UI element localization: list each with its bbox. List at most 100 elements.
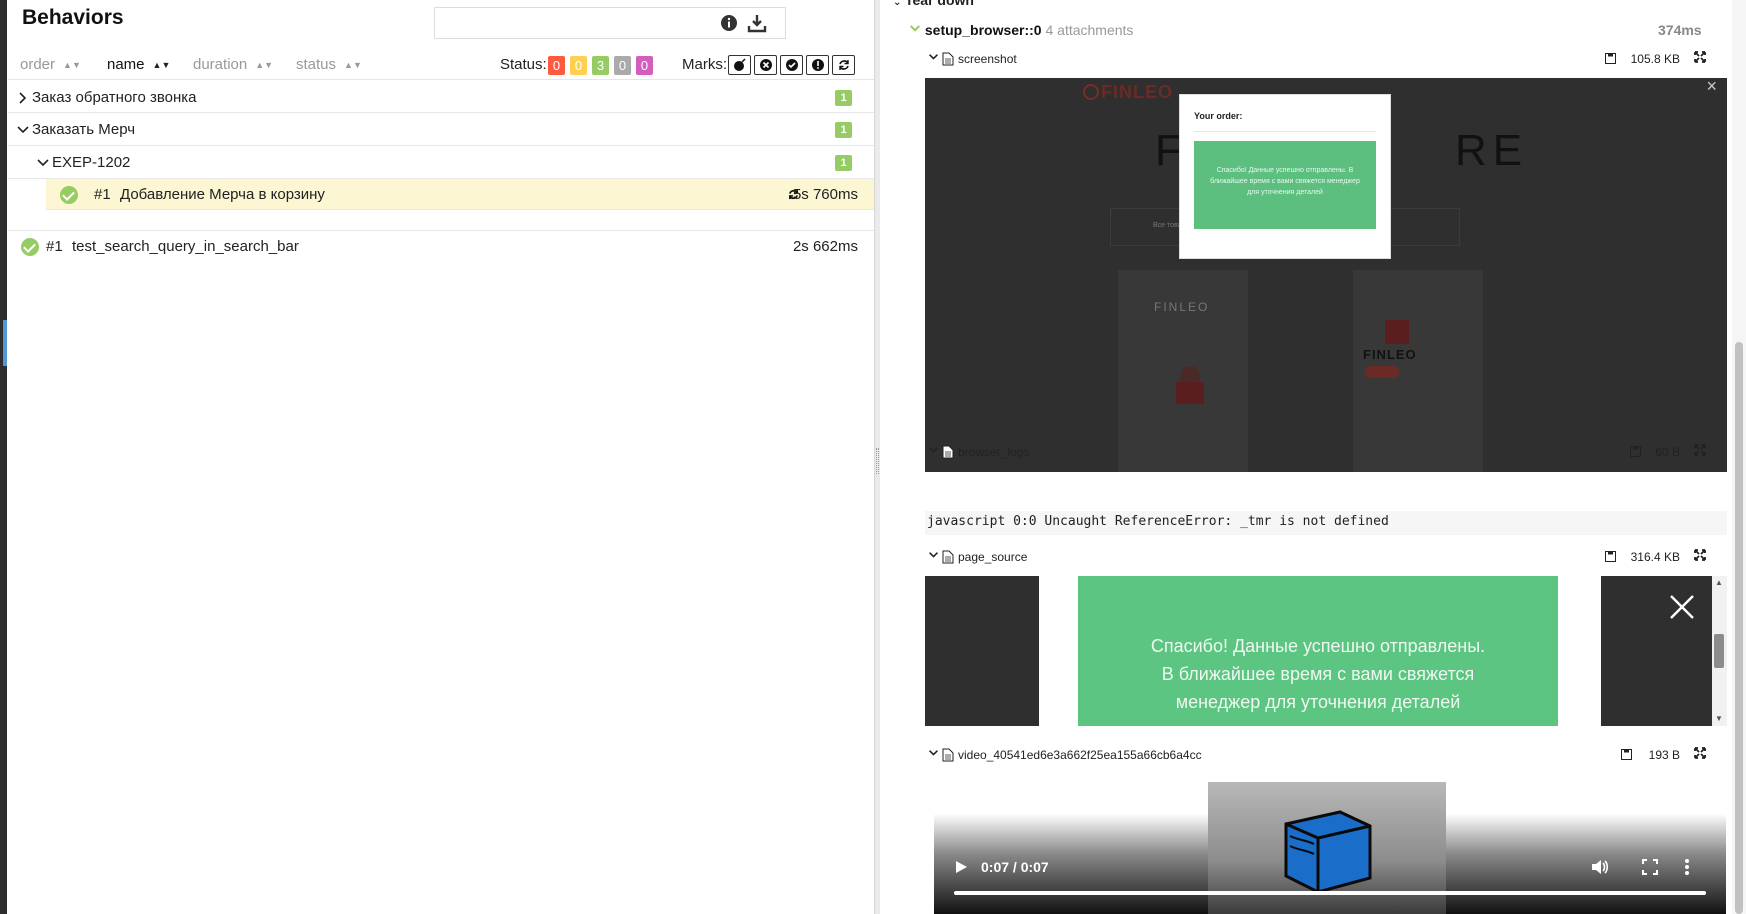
test-duration: 5s 760ms (792, 186, 858, 203)
status-badge-broken[interactable]: 0 (570, 56, 587, 75)
finleo-logo: FINLEO (1083, 82, 1173, 103)
file-icon (942, 748, 954, 762)
save-icon (1605, 551, 1616, 562)
attachment-size: 60 B (1655, 445, 1680, 459)
status-badge-passed[interactable]: 3 (592, 56, 609, 75)
chevron-down-icon (929, 552, 938, 558)
group-count-badge: 1 (835, 122, 852, 138)
attachment-size: 193 B (1648, 748, 1680, 762)
bomb-icon[interactable] (728, 55, 751, 75)
group-count-badge: 1 (835, 155, 852, 171)
video-progress-fill (954, 891, 1706, 895)
product-card: FINLEO (1353, 270, 1483, 472)
video-player[interactable]: 0:07 / 0:07 (920, 770, 1726, 914)
group-label: Заказ обратного звонка (32, 89, 197, 106)
group-count-badge: 1 (835, 90, 852, 106)
attachment-size: 105.8 KB (1630, 52, 1680, 66)
volume-icon[interactable] (1590, 858, 1608, 876)
attachment-name: browser_logs (958, 445, 1030, 459)
file-icon (942, 52, 954, 66)
expand-icon[interactable] (1694, 444, 1706, 456)
video-time: 0:07 / 0:07 (981, 859, 1049, 875)
screenshot-preview[interactable]: FINLEO FIN RE Все товары FINLEO FINLEO Y… (925, 78, 1727, 472)
chevron-down-icon (17, 126, 29, 134)
group-label: Заказать Мерч (32, 121, 136, 138)
close-circle-icon[interactable] (754, 55, 777, 75)
download-icon[interactable] (746, 12, 768, 34)
tree-group-merch[interactable]: Заказать Мерч 1 (8, 113, 874, 146)
attachments-count: 4 attachments (1045, 22, 1134, 38)
status-badge-unknown[interactable]: 0 (636, 56, 653, 75)
info-circle-icon[interactable] (806, 55, 829, 75)
page-title: Behaviors (22, 6, 124, 29)
more-options-icon[interactable] (1684, 858, 1690, 876)
attachment-browser-logs[interactable]: browser_logs 60 B (928, 443, 1718, 463)
video-progress-track[interactable] (954, 891, 1706, 895)
setup-step[interactable]: setup_browser::0 4 attachments (909, 22, 1133, 38)
retry-icon[interactable] (832, 55, 855, 75)
scrollbar-thumb[interactable] (1735, 342, 1743, 914)
chevron-down-icon (37, 159, 49, 167)
passed-icon (60, 186, 78, 204)
modal-title: Your order: (1194, 111, 1243, 121)
save-icon (1605, 53, 1616, 64)
info-icon[interactable] (718, 12, 740, 34)
attachment-name: screenshot (958, 52, 1017, 66)
status-label: Status: (500, 56, 547, 73)
group-label: EXEP-1202 (52, 154, 131, 171)
chevron-down-icon (929, 447, 938, 453)
behaviors-pane: Behaviors order ▲▼ name ▲▼ duration ▲▼ stat… (8, 0, 874, 914)
test-name: test_search_query_in_search_bar (72, 238, 299, 255)
sidebar-strip (0, 0, 7, 914)
sort-status[interactable]: status ▲▼ (296, 56, 362, 73)
file-icon (942, 445, 954, 459)
test-number: #1 (94, 186, 111, 203)
chevron-down-icon (929, 54, 938, 60)
close-icon[interactable] (1669, 594, 1695, 620)
test-duration: 2s 662ms (792, 238, 858, 255)
status-badge-failed[interactable]: 0 (548, 56, 565, 75)
setup-step-duration: 374ms (1658, 22, 1702, 38)
sort-order[interactable]: order ▲▼ (20, 56, 81, 73)
setup-step-name: setup_browser::0 (924, 22, 1042, 38)
chevron-down-icon (909, 25, 921, 32)
cube-icon (1284, 810, 1372, 894)
page-source-preview[interactable]: Спасибо! Данные успешно отправлены. В бл… (925, 576, 1712, 726)
save-icon (1630, 446, 1641, 457)
expand-icon[interactable] (1694, 51, 1706, 63)
teardown-header[interactable]: ⌄ Tear down (893, 0, 974, 8)
chevron-down-icon (929, 750, 938, 756)
order-modal: Your order: Спасибо! Данные успешно отпр… (1179, 94, 1391, 259)
sort-name[interactable]: name ▲▼ (107, 56, 170, 73)
app-window: Behaviors order ▲▼ name ▲▼ duration ▲▼ stat… (0, 0, 1746, 914)
attachment-name: page_source (958, 550, 1028, 564)
chevron-right-icon (19, 92, 27, 104)
page-source-scrollbar[interactable]: ▲ ▼ (1712, 576, 1727, 726)
hero-text-right: RE (1455, 126, 1529, 175)
attachment-video[interactable]: video_40541ed6e3a662f25ea155a66cb6a4cc 1… (928, 746, 1718, 766)
expand-icon[interactable] (1694, 747, 1706, 759)
close-icon[interactable]: × (1706, 78, 1717, 97)
play-icon[interactable] (954, 860, 968, 874)
tree-group-callback[interactable]: Заказ обратного звонка 1 (8, 81, 874, 113)
passed-icon (21, 238, 39, 256)
marks-label: Marks: (682, 56, 727, 73)
test-name: Добавление Мерча в корзину (120, 186, 325, 203)
attachment-page-source[interactable]: page_source 316.4 KB (928, 548, 1718, 568)
expand-icon[interactable] (1694, 549, 1706, 561)
attachment-name: video_40541ed6e3a662f25ea155a66cb6a4cc (958, 748, 1202, 762)
attachment-size: 316.4 KB (1630, 550, 1680, 564)
test-row-selected[interactable]: #1 Добавление Мерча в корзину 5s 760ms (46, 179, 874, 210)
check-circle-icon[interactable] (780, 55, 803, 75)
splitter-grip[interactable] (876, 448, 879, 474)
status-badge-skipped[interactable]: 0 (614, 56, 631, 75)
sidebar-active-indicator (3, 320, 7, 366)
test-number: #1 (46, 238, 63, 255)
sort-duration[interactable]: duration ▲▼ (193, 56, 273, 73)
file-icon (942, 550, 954, 564)
tree-group-exep[interactable]: EXEP-1202 1 (8, 146, 874, 179)
detail-pane-scrollbar[interactable] (1732, 0, 1746, 914)
attachment-screenshot[interactable]: screenshot 105.8 KB (928, 50, 1718, 70)
fullscreen-icon[interactable] (1642, 859, 1658, 875)
test-row[interactable]: #1 test_search_query_in_search_bar 2s 66… (8, 231, 874, 263)
